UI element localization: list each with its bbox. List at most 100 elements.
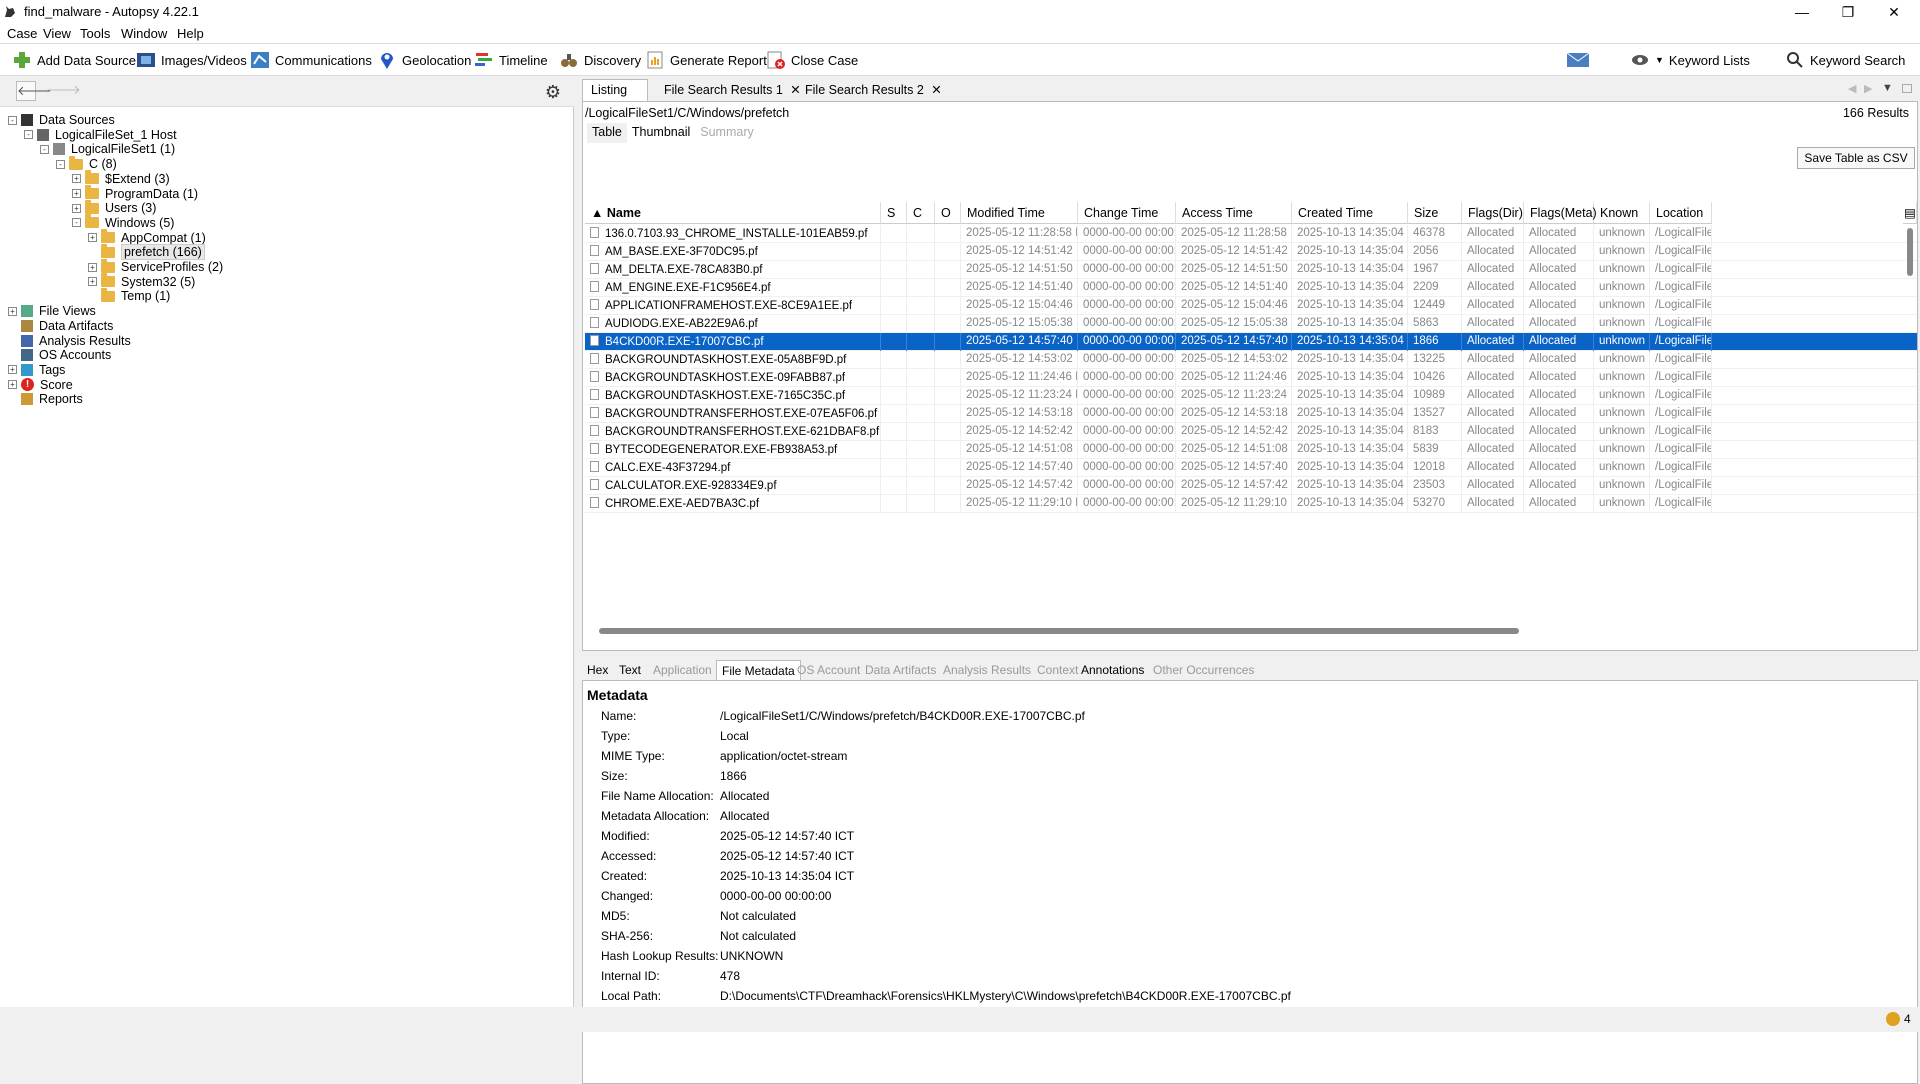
- column-header[interactable]: O: [935, 202, 961, 224]
- close-tab-icon[interactable]: ✕: [931, 83, 941, 97]
- tab-listing[interactable]: Listing: [582, 79, 648, 101]
- viewer-tab[interactable]: Analysis Results: [938, 660, 1036, 680]
- collapse-icon[interactable]: -: [8, 115, 17, 125]
- viewer-tab[interactable]: OS Account: [792, 660, 865, 680]
- table-row[interactable]: AM_ENGINE.EXE-F1C956E4.pf 2025-05-12 14:5…: [585, 279, 1917, 297]
- forward-arrow-icon[interactable]: 🡒: [46, 81, 81, 101]
- table-row[interactable]: BACKGROUNDTASKHOST.EXE-7165C35C.pf 2025-0…: [585, 387, 1917, 405]
- viewer-tab[interactable]: Annotations: [1076, 660, 1149, 680]
- discovery-button[interactable]: Discovery: [559, 49, 641, 71]
- communications-button[interactable]: Communications: [250, 49, 372, 71]
- notifications-mail-button[interactable]: [1566, 49, 1590, 71]
- column-header[interactable]: Size: [1408, 202, 1462, 224]
- expand-icon[interactable]: +: [72, 174, 81, 184]
- table-row[interactable]: BACKGROUNDTRANSFERHOST.EXE-07EA5F06.pf 20…: [585, 405, 1917, 423]
- minimize-button[interactable]: —: [1788, 2, 1816, 22]
- expand-icon[interactable]: +: [72, 203, 81, 213]
- column-header[interactable]: Location: [1650, 202, 1712, 224]
- menu-help[interactable]: Help: [177, 26, 204, 41]
- column-header[interactable]: Change Time: [1078, 202, 1176, 224]
- collapse-icon[interactable]: -: [40, 144, 49, 154]
- tab-scroll-right-icon[interactable]: ▶: [1864, 82, 1872, 95]
- maximize-panel-icon[interactable]: [1902, 84, 1912, 93]
- tab-thumbnail[interactable]: Thumbnail: [627, 123, 695, 143]
- expand-icon[interactable]: +: [88, 262, 97, 272]
- expand-icon[interactable]: +: [8, 380, 17, 390]
- table-cell: 0000-00-00 00:00:00: [1078, 369, 1176, 387]
- table-row[interactable]: CALC.EXE-43F37294.pf 2025-05-12 14:57:40 …: [585, 459, 1917, 477]
- close-case-button[interactable]: Close Case: [766, 49, 858, 71]
- expand-icon[interactable]: +: [88, 233, 97, 243]
- vertical-scrollbar-thumb[interactable]: [1907, 228, 1913, 276]
- add-data-source-button[interactable]: Add Data Source: [12, 49, 136, 71]
- column-header[interactable]: Created Time: [1292, 202, 1408, 224]
- expand-icon[interactable]: +: [72, 189, 81, 198]
- table-row[interactable]: AM_BASE.EXE-3F70DC95.pf 2025-05-12 14:51:…: [585, 243, 1917, 261]
- column-header[interactable]: Known: [1594, 202, 1650, 224]
- images-videos-button[interactable]: Images/Videos: [136, 49, 247, 71]
- tab-summary[interactable]: Summary: [695, 123, 758, 143]
- table-row[interactable]: CALCULATOR.EXE-928334E9.pf 2025-05-12 14:…: [585, 477, 1917, 495]
- menu-case[interactable]: Case: [7, 26, 37, 41]
- column-chooser-icon[interactable]: ▤: [1903, 202, 1917, 224]
- tree-item[interactable]: Temp (1): [88, 287, 170, 305]
- viewer-tab[interactable]: File Metadata: [716, 660, 801, 680]
- expand-icon[interactable]: +: [88, 277, 97, 287]
- tab-file-search-results-1[interactable]: File Search Results 1 ✕: [656, 79, 809, 101]
- column-header[interactable]: Modified Time: [961, 202, 1078, 224]
- close-window-button[interactable]: ✕: [1880, 2, 1908, 22]
- notification-bulb-icon[interactable]: [1886, 1012, 1900, 1026]
- column-header[interactable]: ▲ Name: [585, 202, 881, 224]
- tab-scroll-left-icon[interactable]: ◀: [1848, 82, 1856, 95]
- tab-file-search-results-2[interactable]: File Search Results 2 ✕: [797, 79, 950, 101]
- generate-report-button[interactable]: Generate Report: [645, 49, 767, 71]
- table-cell: 2025-10-13 14:35:04 ICT: [1292, 369, 1408, 387]
- collapse-icon[interactable]: -: [72, 218, 81, 228]
- tree-item[interactable]: Reports: [8, 390, 83, 408]
- viewer-tab[interactable]: Other Occurrences: [1148, 660, 1259, 680]
- horizontal-scrollbar-thumb[interactable]: [599, 628, 1519, 634]
- table-row[interactable]: AM_DELTA.EXE-78CA83B0.pf 2025-05-12 14:51…: [585, 261, 1917, 279]
- table-row[interactable]: BYTECODEGENERATOR.EXE-FB938A53.pf 2025-05…: [585, 441, 1917, 459]
- column-header[interactable]: Flags(Meta): [1524, 202, 1597, 224]
- menu-window[interactable]: Window: [121, 26, 167, 41]
- table-cell: BACKGROUNDTASKHOST.EXE-09FABB87.pf: [585, 369, 881, 387]
- viewer-tab[interactable]: Data Artifacts: [860, 660, 941, 680]
- table-row[interactable]: CHROME.EXE-AED7BA3C.pf 2025-05-12 11:29:1…: [585, 495, 1917, 513]
- table-cell: [935, 243, 961, 261]
- back-arrow-icon[interactable]: 🡐: [16, 81, 52, 101]
- viewer-tab[interactable]: Hex: [582, 660, 613, 680]
- menu-tools[interactable]: Tools: [80, 26, 110, 41]
- column-header[interactable]: Flags(Dir): [1462, 202, 1524, 224]
- gear-icon[interactable]: ⚙: [542, 81, 564, 103]
- keyword-lists-button[interactable]: ▼ Keyword Lists: [1630, 49, 1750, 71]
- expand-icon[interactable]: +: [8, 365, 17, 375]
- maximize-button[interactable]: ❐: [1834, 2, 1862, 22]
- expand-icon[interactable]: +: [8, 306, 17, 316]
- keyword-search-button[interactable]: Keyword Search: [1785, 49, 1905, 71]
- table-row[interactable]: AUDIODG.EXE-AB22E9A6.pf 2025-05-12 15:05:…: [585, 315, 1917, 333]
- geolocation-button[interactable]: Geolocation: [377, 49, 471, 71]
- table-row[interactable]: B4CKD00R.EXE-17007CBC.pf 2025-05-12 14:57…: [585, 333, 1917, 351]
- file-icon: [590, 443, 599, 454]
- file-name: AM_ENGINE.EXE-F1C956E4.pf: [605, 282, 771, 294]
- table-row[interactable]: 136.0.7103.93_CHROME_INSTALLE-101EAB59.p…: [585, 225, 1917, 243]
- viewer-tab[interactable]: Application: [648, 660, 717, 680]
- table-row[interactable]: BACKGROUNDTRANSFERHOST.EXE-621DBAF8.pf 20…: [585, 423, 1917, 441]
- table-cell: [935, 477, 961, 495]
- table-row[interactable]: BACKGROUNDTASKHOST.EXE-05A8BF9D.pf 2025-0…: [585, 351, 1917, 369]
- timeline-button[interactable]: Timeline: [474, 49, 548, 71]
- tab-list-dropdown-icon[interactable]: ▼: [1882, 82, 1893, 94]
- collapse-icon[interactable]: -: [24, 130, 33, 140]
- column-header[interactable]: Access Time: [1176, 202, 1292, 224]
- save-table-csv-button[interactable]: Save Table as CSV: [1797, 147, 1915, 169]
- collapse-icon[interactable]: -: [56, 159, 65, 169]
- table-row[interactable]: BACKGROUNDTASKHOST.EXE-09FABB87.pf 2025-0…: [585, 369, 1917, 387]
- tab-table[interactable]: Table: [587, 123, 627, 143]
- column-header[interactable]: C: [907, 202, 935, 224]
- viewer-tab[interactable]: Text: [614, 660, 646, 680]
- table-row[interactable]: APPLICATIONFRAMEHOST.EXE-8CE9A1EE.pf 2025…: [585, 297, 1917, 315]
- column-header[interactable]: S: [881, 202, 907, 224]
- menu-view[interactable]: View: [43, 26, 71, 41]
- file-icon: [590, 281, 599, 292]
